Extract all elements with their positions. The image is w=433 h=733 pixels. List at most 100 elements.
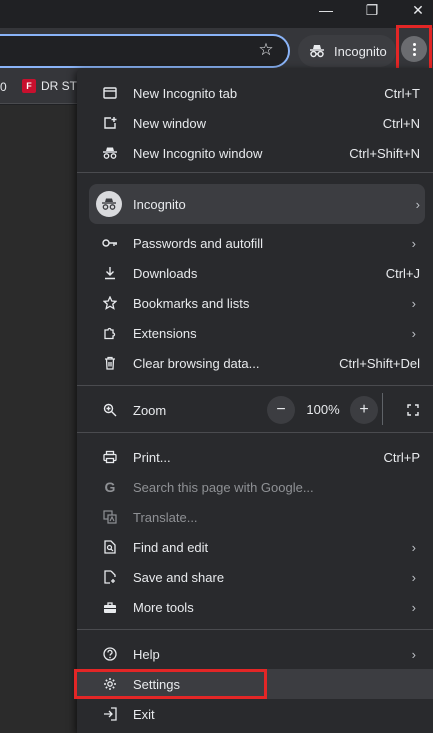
star-glyph: ☆ bbox=[258, 40, 274, 59]
settings-highlight-box bbox=[74, 669, 267, 699]
incognito-icon bbox=[308, 43, 326, 59]
title-bar: — ❐ ✕ bbox=[0, 0, 433, 28]
shortcut-text: Ctrl+P bbox=[383, 449, 420, 465]
menu-item-extensions[interactable]: Extensions › bbox=[77, 318, 433, 348]
shortcut-text: Ctrl+Shift+N bbox=[349, 145, 420, 161]
menu-item-label: Downloads bbox=[133, 265, 198, 281]
menu-item-new-window[interactable]: New window Ctrl+N bbox=[77, 108, 433, 138]
save-icon bbox=[101, 568, 119, 586]
menu-item-search-with-google[interactable]: G Search this page with Google... bbox=[77, 472, 433, 502]
zoom-in-button[interactable]: + bbox=[350, 396, 378, 424]
profile-label: Incognito bbox=[133, 196, 186, 212]
fullscreen-button[interactable] bbox=[399, 396, 427, 424]
chevron-right-icon: › bbox=[411, 599, 416, 615]
bookmark-label: DR STI bbox=[41, 79, 81, 93]
incognito-icon bbox=[101, 144, 119, 162]
menu-item-label: Clear browsing data... bbox=[133, 355, 260, 371]
chevron-right-icon: › bbox=[411, 295, 416, 311]
exit-icon bbox=[101, 705, 119, 723]
find-icon bbox=[101, 538, 119, 556]
menu-item-downloads[interactable]: Downloads Ctrl+J bbox=[77, 258, 433, 288]
zoom-label: Zoom bbox=[133, 402, 167, 418]
zoom-icon bbox=[101, 401, 119, 419]
more-menu-button[interactable] bbox=[401, 36, 427, 62]
menu-item-clear-browsing-data[interactable]: Clear browsing data... Ctrl+Shift+Del bbox=[77, 348, 433, 378]
menu-item-label: More tools bbox=[133, 599, 194, 615]
close-icon: ✕ bbox=[412, 1, 424, 18]
shortcut-text: Ctrl+J bbox=[385, 265, 420, 281]
zoom-level: 100% bbox=[306, 402, 340, 417]
menu-item-find-and-edit[interactable]: Find and edit › bbox=[77, 532, 433, 562]
zoom-divider bbox=[382, 393, 383, 425]
plus-icon: + bbox=[359, 401, 369, 418]
menu-item-bookmarks[interactable]: Bookmarks and lists › bbox=[77, 288, 433, 318]
menu-item-new-incognito-window[interactable]: New Incognito window Ctrl+Shift+N bbox=[77, 138, 433, 168]
profile-incognito-row[interactable]: Incognito › bbox=[89, 184, 425, 224]
restore-icon: ❐ bbox=[365, 1, 379, 18]
download-icon bbox=[101, 264, 119, 282]
menu-divider bbox=[77, 172, 433, 173]
incognito-chip-label: Incognito bbox=[334, 43, 387, 59]
address-bar[interactable] bbox=[0, 34, 290, 68]
key-icon bbox=[101, 234, 119, 252]
minimize-icon: — bbox=[319, 2, 333, 18]
chevron-right-icon: › bbox=[411, 325, 416, 341]
menu-item-label: Print... bbox=[133, 449, 171, 465]
chevron-right-icon: › bbox=[415, 196, 420, 212]
menu-item-zoom: Zoom bbox=[77, 395, 433, 425]
puzzle-icon bbox=[101, 324, 119, 342]
shortcut-text: Ctrl+T bbox=[384, 85, 420, 101]
menu-item-more-tools[interactable]: More tools › bbox=[77, 592, 433, 622]
restore-button[interactable]: ❐ bbox=[349, 0, 395, 20]
bookmark-star-icon[interactable]: ☆ bbox=[256, 40, 276, 60]
shortcut-text: Ctrl+N bbox=[382, 115, 420, 131]
google-icon: G bbox=[104, 479, 116, 495]
menu-item-label: Save and share bbox=[133, 569, 225, 585]
chevron-right-icon: › bbox=[411, 569, 416, 585]
menu-item-label: Find and edit bbox=[133, 539, 209, 555]
bookmark-favicon-icon: F bbox=[22, 79, 36, 93]
bookmark-fragment[interactable]: 0 bbox=[0, 80, 7, 94]
menu-item-label: Help bbox=[133, 646, 160, 662]
star-icon bbox=[101, 294, 119, 312]
menu-item-label: New Incognito tab bbox=[133, 85, 238, 101]
shortcut-text: Ctrl+Shift+Del bbox=[339, 355, 420, 371]
trash-icon bbox=[101, 354, 119, 372]
menu-item-help[interactable]: Help › bbox=[77, 639, 433, 669]
menu-divider bbox=[77, 385, 433, 386]
zoom-out-button[interactable]: − bbox=[267, 396, 295, 424]
minus-icon: − bbox=[276, 401, 286, 418]
menu-item-label: Bookmarks and lists bbox=[133, 295, 250, 311]
menu-button-highlight bbox=[396, 25, 432, 73]
new-tab-icon bbox=[101, 84, 119, 102]
menu-divider bbox=[77, 432, 433, 433]
chevron-right-icon: › bbox=[411, 539, 416, 555]
menu-item-label: Search this page with Google... bbox=[133, 479, 314, 495]
incognito-avatar-icon bbox=[96, 191, 122, 217]
toolbox-icon bbox=[101, 598, 119, 616]
menu-item-label: Passwords and autofill bbox=[133, 235, 264, 251]
menu-item-label: Translate... bbox=[133, 509, 198, 525]
translate-icon bbox=[101, 508, 119, 526]
menu-item-label: New window bbox=[133, 115, 206, 131]
help-icon bbox=[101, 645, 119, 663]
menu-item-exit[interactable]: Exit bbox=[77, 699, 433, 729]
menu-item-translate[interactable]: Translate... bbox=[77, 502, 433, 532]
bookmark-item[interactable]: F DR STI bbox=[22, 79, 80, 93]
chevron-right-icon: › bbox=[411, 235, 416, 251]
menu-item-label: New Incognito window bbox=[133, 145, 263, 161]
menu-item-print[interactable]: Print... Ctrl+P bbox=[77, 442, 433, 472]
chevron-right-icon: › bbox=[411, 646, 416, 662]
incognito-chip[interactable]: Incognito bbox=[298, 35, 396, 67]
menu-divider bbox=[77, 629, 433, 630]
menu-item-save-and-share[interactable]: Save and share › bbox=[77, 562, 433, 592]
new-window-icon bbox=[101, 114, 119, 132]
menu-item-label: Exit bbox=[133, 706, 155, 722]
menu-item-passwords[interactable]: Passwords and autofill › bbox=[77, 228, 433, 258]
minimize-button[interactable]: — bbox=[303, 0, 349, 20]
print-icon bbox=[101, 448, 119, 466]
menu-item-new-incognito-tab[interactable]: New Incognito tab Ctrl+T bbox=[77, 78, 433, 108]
menu-item-label: Extensions bbox=[133, 325, 197, 341]
fullscreen-icon bbox=[407, 404, 419, 416]
close-window-button[interactable]: ✕ bbox=[395, 0, 433, 20]
